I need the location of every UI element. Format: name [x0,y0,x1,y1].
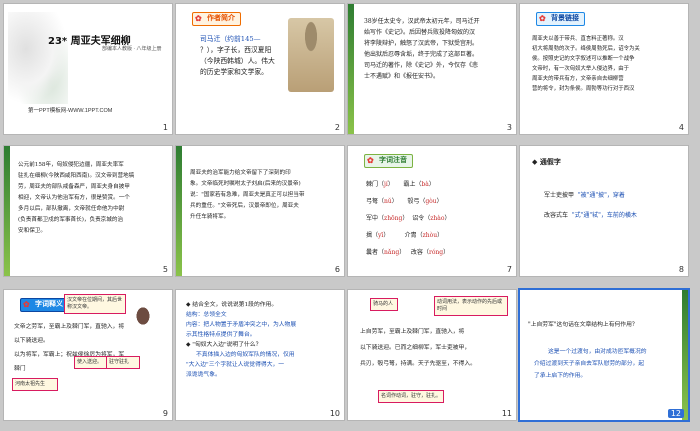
slide-thumbnail-5[interactable]: 公元前158年，匈奴侵犯边疆，周亚夫率军 驻扎在细柳(今陕西咸阳西南)。汉文帝到… [4,146,172,276]
slide-thumbnail-8[interactable]: ◆ 通假字 军士吏披甲 "被"通"披"，穿着 改容式车 "式"通"轼"，车前的横… [520,146,688,276]
green-side-bar [682,290,688,420]
slide-thumbnail-6[interactable]: 周亚夫的治军能力给文帝留下了深刻的印 象。文帝临死时嘱咐太子刘启(后来的汉景帝)… [176,146,344,276]
slide-number: 2 [334,123,340,132]
slide-number: 3 [506,123,512,132]
background-text: 周亚夫以善于带兵、直言料正著称。汉 初大将周勃的次子。绛侯周勃死后，诏令为关 侯… [532,36,640,92]
annotation-box: 骑马的人 [370,298,398,311]
pronunciation-list: 棘门（jí） 霸上（bà） 弓弩（nǔ） 彀弓（gòu） 军中（zhōng） 诏… [366,181,451,256]
annotation-box: 名词作动词，驻守，驻扎。 [378,390,444,403]
section-tag: 字词释义 [20,298,69,312]
horse-illustration [128,296,158,336]
slide-number: 8 [678,265,684,274]
annotation-box: 河南太祖先生 [12,378,58,391]
slide-number: 6 [334,265,340,274]
slide-subtitle: 部编本人教版 · 八年级上册 [102,46,162,52]
slide-number: 11 [501,409,512,418]
slide-number: 5 [162,265,168,274]
section-tag: 字词注音 [364,154,413,168]
slide-thumbnail-9[interactable]: 字词释义 汉文帝在位期间，其后世称汉文帝。 文帝之劳军，至霸上及棘门军，直驰入，… [4,290,172,420]
tongjia-list: 军士吏披甲 "被"通"披"，穿着 改容式车 "式"通"轼"，车前的横木 [544,192,637,219]
slide-thumbnail-7[interactable]: 字词注音 棘门（jí） 霸上（bà） 弓弩（nǔ） 彀弓（gòu） 军中（zhō… [348,146,516,276]
annotation-box: 动词用法，表示动作的先后或时间 [434,296,508,316]
section-tag: 作者简介 [192,12,241,26]
section-tag: 背景链接 [536,12,585,26]
slide-thumbnail-4[interactable]: 背景链接 周亚夫以善于带兵、直言料正著称。汉 初大将周勃的次子。绛侯周勃死后，诏… [520,4,688,134]
slide-sorter-grid: 23* 周亚夫军细柳 部编本人教版 · 八年级上册 第一PPT模板网-WWW.1… [0,0,700,431]
green-side-bar [4,146,10,276]
slide-thumbnail-3[interactable]: 38岁任太史令，汉武帝太初元年，司马迁开 始写作《史记》。后因替兵败投降匈奴的汉… [348,4,516,134]
slide-number: 12 [667,409,684,418]
slide-number: 9 [162,409,168,418]
author-text: 38岁任太史令，汉武帝太初元年，司马迁开 始写作《史记》。后因替兵败投降匈奴的汉… [364,18,480,80]
slide-number: 4 [678,123,684,132]
slide-thumbnail-1[interactable]: 23* 周亚夫军细柳 部编本人教版 · 八年级上册 第一PPT模板网-WWW.1… [4,4,172,134]
slide-footer: 第一PPT模板网-WWW.1PPT.COM [28,108,113,114]
slide-number: 7 [506,265,512,274]
slide-thumbnail-2[interactable]: 作者简介 司马迁（约前145— ？），字子长，西汉夏阳 （今陕西韩城）人。伟大 … [176,4,344,134]
ink-decoration [8,12,68,104]
author-bio: 司马迁（约前145— ？），字子长，西汉夏阳 （今陕西韩城）人。伟大 的历史学家… [200,35,275,76]
slide-thumbnail-11[interactable]: 骑马的人 动词用法，表示动作的先后或时间 上自劳军，至霸上及棘门军，直驰入，将 … [348,290,516,420]
annotation-box: 汉文帝在位期间，其后世称汉文帝。 [64,294,126,314]
question-text: "上自劳军"这句话在文章结构上有何作用？ [528,322,638,328]
green-side-bar [348,4,354,134]
slide-number: 1 [162,123,168,132]
slide-thumbnail-10[interactable]: ◆ 结合全文，说说说第1段的作用。 结构：总领全文 内容：把人物置于矛盾冲突之中… [176,290,344,420]
section-heading: ◆ 通假字 [532,158,561,166]
answer-text: 这是一个过渡句，由对成功匝军概况的 介绍过渡到天子亲自去军队慰劳的部分，起 了承… [534,349,647,379]
history-text: 公元前158年，匈奴侵犯边疆，周亚夫率军 驻扎在细柳(今陕西咸阳西南)。汉文帝到… [18,162,135,234]
annotation-box: 使入送迎。 [74,356,108,369]
slide-thumbnail-12[interactable]: "上自劳军"这句话在文章结构上有何作用？ 这是一个过渡句，由对成功匝军概况的 介… [520,290,688,420]
history-text: 周亚夫的治军能力给文帝留下了深刻的印 象。文帝临死时嘱咐太子刘启(后来的汉景帝)… [190,170,305,220]
slide-number: 10 [329,409,340,418]
green-side-bar [176,146,182,276]
classical-text: 上自劳军，至霸上及棘门军，直驰入，将 以下骑送迎。已而之细柳军，军士吏被甲， 兵… [360,329,476,367]
annotation-box: 驻守驻扎 [106,356,140,369]
analysis-text: ◆ 结合全文，说说说第1段的作用。 结构：总领全文 内容：把人物置于矛盾冲突之中… [186,302,297,378]
author-portrait-image [288,18,334,92]
